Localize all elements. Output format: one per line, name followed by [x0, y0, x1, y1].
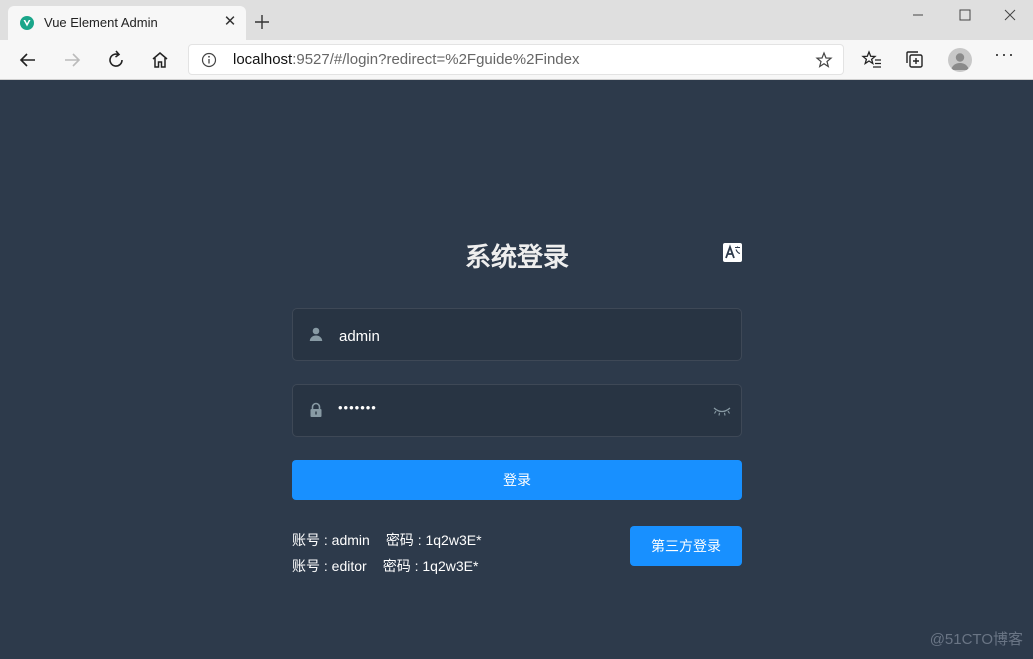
watermark: @51CTO博客 — [929, 631, 1023, 648]
address-bar[interactable]: localhost:9527/#/login?redirect=%2Fguide… — [188, 44, 844, 75]
profile-icon — [951, 53, 969, 70]
password-field[interactable]: ••••••• — [292, 384, 742, 437]
address-path: :9527/#/login?redirect=%2Fguide%2Findex — [292, 51, 580, 68]
close-icon[interactable]: ✕ — [222, 14, 238, 30]
login-button[interactable]: 登录 — [292, 460, 742, 500]
forward-arrow-icon[interactable] — [60, 48, 84, 72]
credential-tip-editor: 账号 : editor 密码 : 1q2w3E* — [292, 556, 478, 576]
address-url[interactable]: localhost:9527/#/login?redirect=%2Fguide… — [233, 51, 579, 68]
star-icon[interactable] — [815, 51, 833, 69]
info-icon[interactable] — [201, 52, 217, 68]
avatar[interactable] — [948, 48, 972, 72]
password-input[interactable]: ••••••• — [338, 400, 377, 415]
page-title: 系统登录 — [464, 242, 569, 272]
tab-strip: Vue Element Admin ✕ — [0, 0, 1033, 40]
username-field[interactable] — [292, 308, 742, 361]
collections-icon[interactable] — [903, 48, 927, 72]
tip-account: 账号 : admin — [292, 532, 370, 548]
credential-tip-admin: 账号 : admin 密码 : 1q2w3E* — [292, 530, 482, 550]
more-icon[interactable]: ··· — [994, 44, 1015, 65]
username-input[interactable] — [337, 321, 711, 351]
eye-closed-icon[interactable] — [713, 405, 731, 417]
plus-icon[interactable] — [252, 12, 272, 32]
window-close-icon[interactable] — [995, 4, 1025, 26]
minimize-icon[interactable] — [903, 4, 933, 26]
address-host: localhost — [233, 51, 293, 68]
login-page: 系统登录 ••••••• 登录 账号 — [0, 80, 1033, 659]
tip-password: 密码 : 1q2w3E* — [382, 558, 479, 574]
tab-title: Vue Element Admin — [44, 15, 158, 30]
maximize-icon[interactable] — [950, 4, 980, 26]
browser-toolbar: localhost:9527/#/login?redirect=%2Fguide… — [0, 40, 1033, 80]
refresh-icon[interactable] — [104, 48, 128, 72]
vue-logo-icon — [20, 16, 34, 30]
tab-vue-element-admin[interactable]: Vue Element Admin ✕ — [8, 6, 246, 40]
browser-window: Vue Element Admin ✕ localhost:9527/#/log… — [0, 0, 1033, 659]
back-arrow-icon[interactable] — [16, 48, 40, 72]
home-icon[interactable] — [148, 48, 172, 72]
tip-account: 账号 : editor — [292, 558, 367, 574]
translate-icon[interactable] — [723, 243, 742, 262]
tip-password: 密码 : 1q2w3E* — [385, 532, 482, 548]
user-icon — [309, 327, 323, 341]
lock-icon — [310, 402, 322, 417]
third-party-login-button[interactable]: 第三方登录 — [630, 526, 742, 566]
favorites-icon[interactable] — [860, 48, 884, 72]
